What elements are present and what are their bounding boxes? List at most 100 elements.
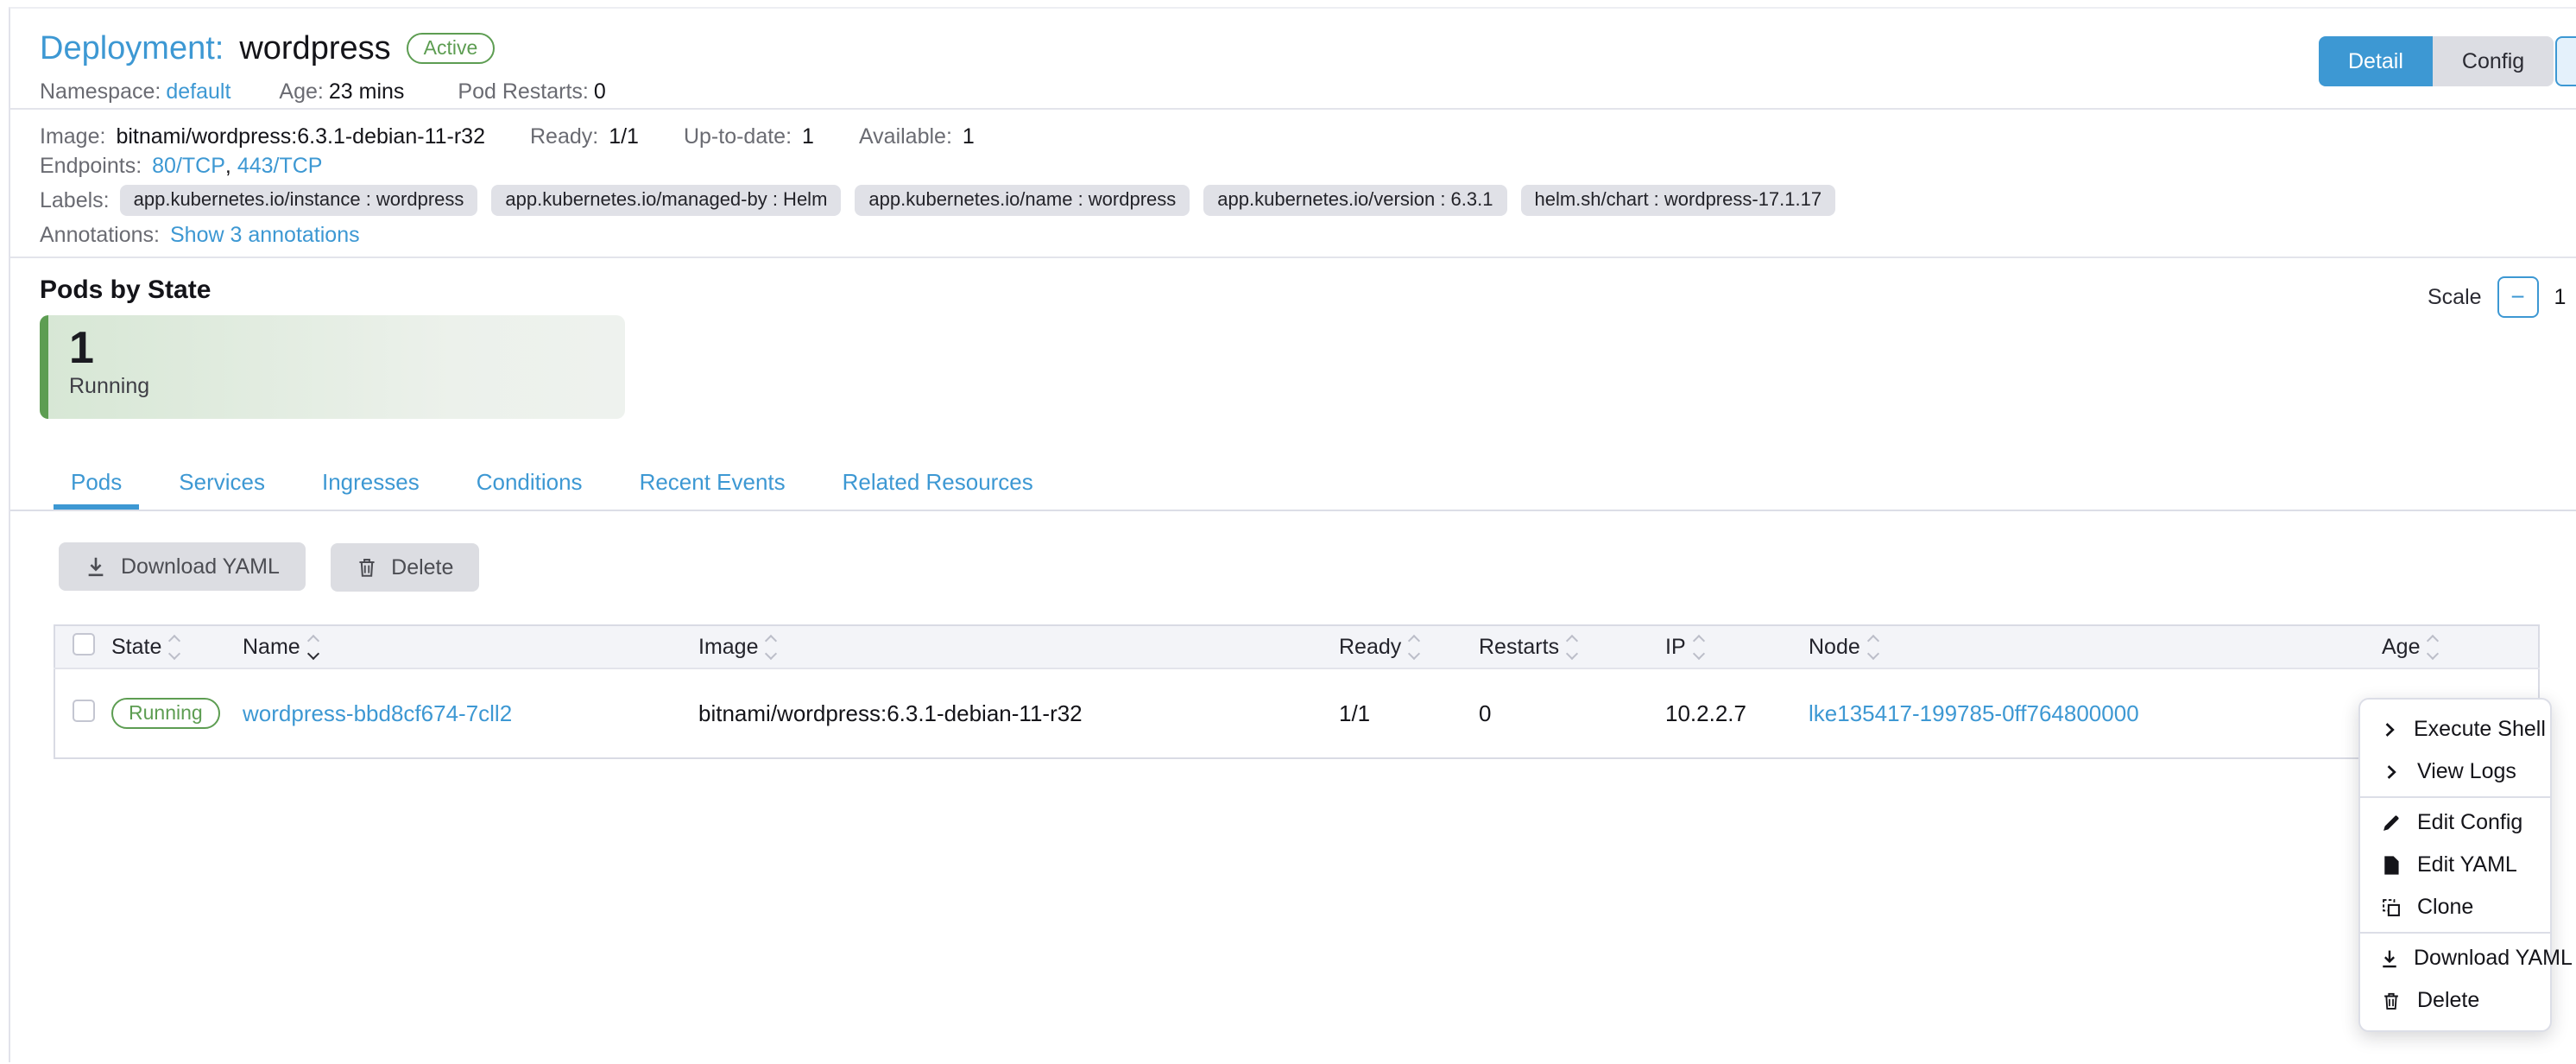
trash-icon [357, 557, 377, 578]
namespace-meta: Namespace:default [40, 79, 230, 104]
tab-ingresses[interactable]: Ingresses [305, 460, 437, 510]
column-header-ip[interactable]: IP [1665, 635, 1703, 660]
menu-item-edit-yaml[interactable]: Edit YAML [2360, 844, 2550, 886]
page-header: Deployment: wordpress Active Namespace:d… [10, 9, 2576, 108]
file-icon [2379, 855, 2403, 876]
tab-services[interactable]: Services [161, 460, 282, 510]
pod-ready: 1/1 [1339, 700, 1370, 726]
uptodate-value: 1 [802, 124, 814, 149]
sort-icon [1568, 636, 1576, 658]
bulk-actions: Download YAML Delete [59, 542, 2576, 592]
endpoint-link-443[interactable]: 443/TCP [237, 154, 323, 179]
endpoints-row: Endpoints: 80/TCP, 443/TCP [40, 151, 2576, 180]
image-row: Image: bitnami/wordpress:6.3.1-debian-11… [40, 122, 2576, 151]
sort-icon [1410, 636, 1418, 658]
pod-name-link[interactable]: wordpress-bbd8cf674-7cll2 [243, 700, 512, 726]
header-meta: Namespace:default Age:23 mins Pod Restar… [40, 79, 2576, 104]
tab-bar: Pods Services Ingresses Conditions Recen… [10, 460, 2576, 511]
scale-down-button[interactable]: − [2497, 276, 2539, 318]
label-badge: app.kubernetes.io/version : 6.3.1 [1203, 185, 1506, 216]
menu-item-clone[interactable]: Clone [2360, 886, 2550, 928]
pencil-icon [2379, 813, 2403, 833]
tab-recent-events[interactable]: Recent Events [622, 460, 803, 510]
column-header-state[interactable]: State [111, 635, 179, 660]
resource-kind: Deployment: [40, 30, 224, 67]
scale-value: 1 [2554, 285, 2567, 310]
download-icon [85, 555, 107, 578]
row-actions-menu: Execute Shell View Logs Edit Config Edit… [2358, 698, 2552, 1032]
available-value: 1 [963, 124, 975, 149]
clone-icon [2379, 897, 2403, 918]
pods-table: State Name Image Ready Restarts IP Node … [54, 624, 2540, 759]
sort-icon [1695, 636, 1703, 658]
scale-widget: Scale − 1 + [2428, 276, 2576, 318]
chevron-right-icon [2379, 762, 2403, 782]
row-checkbox[interactable] [73, 700, 95, 722]
tab-conditions[interactable]: Conditions [459, 460, 600, 510]
label-badge: app.kubernetes.io/managed-by : Helm [491, 185, 841, 216]
column-header-restarts[interactable]: Restarts [1479, 635, 1576, 660]
namespace-link[interactable]: default [166, 79, 230, 104]
column-header-name[interactable]: Name [243, 635, 318, 660]
header-actions-kebab-icon[interactable]: ⋮ [2555, 36, 2576, 86]
sort-icon [309, 636, 318, 658]
running-count: 1 [69, 324, 625, 372]
pods-by-state-title: Pods by State [40, 269, 2576, 315]
table-row: Running wordpress-bbd8cf674-7cll2 bitnam… [54, 668, 2539, 758]
select-all-checkbox[interactable] [73, 633, 95, 656]
pod-image: bitnami/wordpress:6.3.1-debian-11-r32 [698, 700, 1083, 726]
page-title: Deployment: wordpress Active [40, 26, 2576, 71]
menu-group: Download YAML Delete [2360, 932, 2550, 1025]
tab-related-resources[interactable]: Related Resources [825, 460, 1051, 510]
menu-item-delete[interactable]: Delete [2360, 979, 2550, 1022]
menu-item-download-yaml[interactable]: Download YAML [2360, 937, 2550, 979]
column-header-age[interactable]: Age [2382, 635, 2437, 660]
status-badge: Active [407, 33, 496, 64]
summary-section: Image: bitnami/wordpress:6.3.1-debian-11… [10, 108, 2576, 256]
download-icon [2379, 948, 2400, 969]
sort-icon [2428, 636, 2437, 658]
menu-item-execute-shell[interactable]: Execute Shell [2360, 708, 2550, 750]
age-meta: Age:23 mins [279, 79, 409, 104]
ready-value: 1/1 [609, 124, 639, 149]
label-badge: helm.sh/chart : wordpress-17.1.17 [1521, 185, 1836, 216]
annotations-row: Annotations: Show 3 annotations [40, 220, 2576, 250]
config-button[interactable]: Config [2433, 36, 2554, 86]
menu-group: Execute Shell View Logs [2360, 705, 2550, 796]
label-badge: app.kubernetes.io/instance : wordpress [120, 185, 478, 216]
chevron-right-icon [2379, 719, 2400, 740]
tab-pods[interactable]: Pods [54, 460, 139, 510]
show-annotations-link[interactable]: Show 3 annotations [170, 223, 360, 248]
delete-button[interactable]: Delete [331, 543, 479, 592]
menu-item-edit-config[interactable]: Edit Config [2360, 801, 2550, 844]
labels-row: Labels: app.kubernetes.io/instance : wor… [40, 184, 2576, 217]
detail-button[interactable]: Detail [2319, 36, 2433, 86]
label-badge: app.kubernetes.io/name : wordpress [855, 185, 1190, 216]
column-header-ready[interactable]: Ready [1339, 635, 1418, 660]
node-link[interactable]: lke135417-199785-0ff764800000 [1809, 700, 2139, 726]
sort-icon [170, 636, 179, 658]
resource-name: wordpress [239, 30, 390, 67]
running-label: Running [69, 374, 625, 399]
view-toggle: Detail Config [2319, 36, 2554, 86]
image-value: bitnami/wordpress:6.3.1-debian-11-r32 [116, 124, 485, 149]
trash-icon [2379, 991, 2403, 1010]
pod-restarts: 0 [1479, 700, 1491, 726]
download-yaml-button[interactable]: Download YAML [59, 542, 306, 591]
pod-state-badge: Running [111, 698, 220, 729]
pod-ip: 10.2.2.7 [1665, 700, 1746, 726]
sort-icon [767, 636, 775, 658]
column-header-image[interactable]: Image [698, 635, 775, 660]
running-state-card: 1 Running [40, 315, 625, 419]
column-header-node[interactable]: Node [1809, 635, 1878, 660]
menu-item-view-logs[interactable]: View Logs [2360, 750, 2550, 793]
pods-by-state-section: Pods by State 1 Running [10, 256, 2576, 419]
main-panel: Deployment: wordpress Active Namespace:d… [9, 7, 2576, 1062]
sort-icon [1869, 636, 1878, 658]
pod-restarts-meta: Pod Restarts:0 [458, 79, 610, 104]
menu-group: Edit Config Edit YAML Clone [2360, 796, 2550, 932]
deployment-detail-page: Deployment: wordpress Active Namespace:d… [0, 0, 2576, 1064]
endpoint-link-80[interactable]: 80/TCP [152, 154, 225, 179]
pods-tab-panel: Download YAML Delete State [10, 511, 2576, 759]
table-header-row: State Name Image Ready Restarts IP Node … [54, 625, 2539, 668]
